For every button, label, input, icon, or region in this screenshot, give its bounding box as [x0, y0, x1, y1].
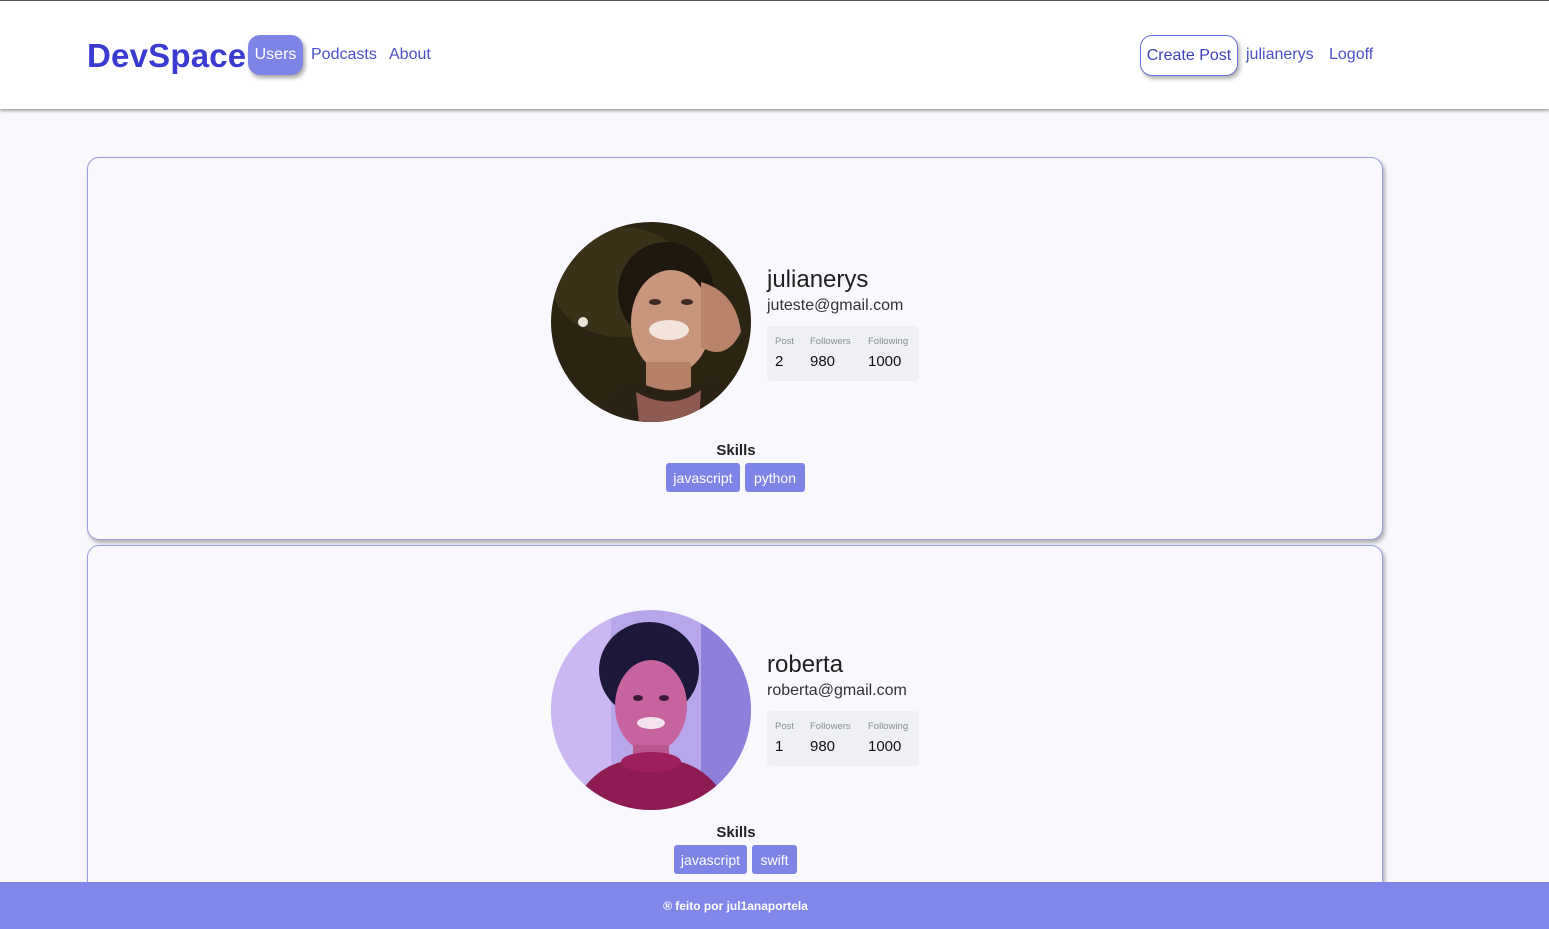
navbar: DevSpace Users Podcasts About Create Pos…	[0, 1, 1549, 109]
username[interactable]: roberta	[767, 651, 843, 679]
user-email: juteste@gmail.com	[767, 297, 904, 314]
skills-title: Skills	[716, 442, 756, 459]
followers-label: Followers	[810, 721, 851, 732]
user-email: roberta@gmail.com	[767, 682, 907, 699]
skill-tag[interactable]: python	[745, 463, 805, 492]
logoff-link[interactable]: Logoff	[1329, 46, 1373, 64]
username[interactable]: julianerys	[767, 266, 868, 294]
following-count[interactable]: 1000	[868, 738, 901, 755]
post-label: Post	[775, 336, 795, 347]
user-card: roberta roberta@gmail.com Post Followers…	[87, 545, 1383, 928]
followers-count[interactable]: 980	[810, 738, 835, 755]
profile-link[interactable]: julianerys	[1246, 46, 1314, 64]
following-label: Following	[868, 336, 909, 347]
user-avatar[interactable]	[551, 610, 751, 810]
post-label: Post	[775, 721, 795, 732]
avatar-photo	[551, 610, 751, 810]
avatar-photo	[551, 222, 751, 422]
footer-credit: ® feito por jul1anaportela	[663, 898, 808, 913]
user-card: julianerys juteste@gmail.com Post Follow…	[87, 157, 1383, 540]
user-avatar[interactable]	[551, 222, 751, 422]
stats-panel: Post Followers Following 1 980 1000	[767, 711, 919, 766]
skill-tag[interactable]: javascript	[674, 845, 747, 874]
post-count: 2	[775, 353, 784, 370]
followers-count[interactable]: 980	[810, 353, 835, 370]
skills-title: Skills	[716, 824, 756, 841]
post-count: 1	[775, 738, 784, 755]
stats-panel: Post Followers Following 2 980 1000	[767, 326, 919, 381]
create-post-button[interactable]: Create Post	[1140, 35, 1238, 76]
skill-tag[interactable]: swift	[752, 845, 797, 874]
following-count[interactable]: 1000	[868, 353, 901, 370]
following-label: Following	[868, 721, 909, 732]
nav-podcasts[interactable]: Podcasts	[311, 46, 377, 64]
nav-users[interactable]: Users	[248, 35, 303, 75]
footer: ® feito por jul1anaportela	[0, 882, 1549, 929]
followers-label: Followers	[810, 336, 851, 347]
skill-tag[interactable]: javascript	[666, 463, 740, 492]
brand-logo[interactable]: DevSpace	[87, 37, 246, 75]
nav-about[interactable]: About	[389, 46, 431, 64]
